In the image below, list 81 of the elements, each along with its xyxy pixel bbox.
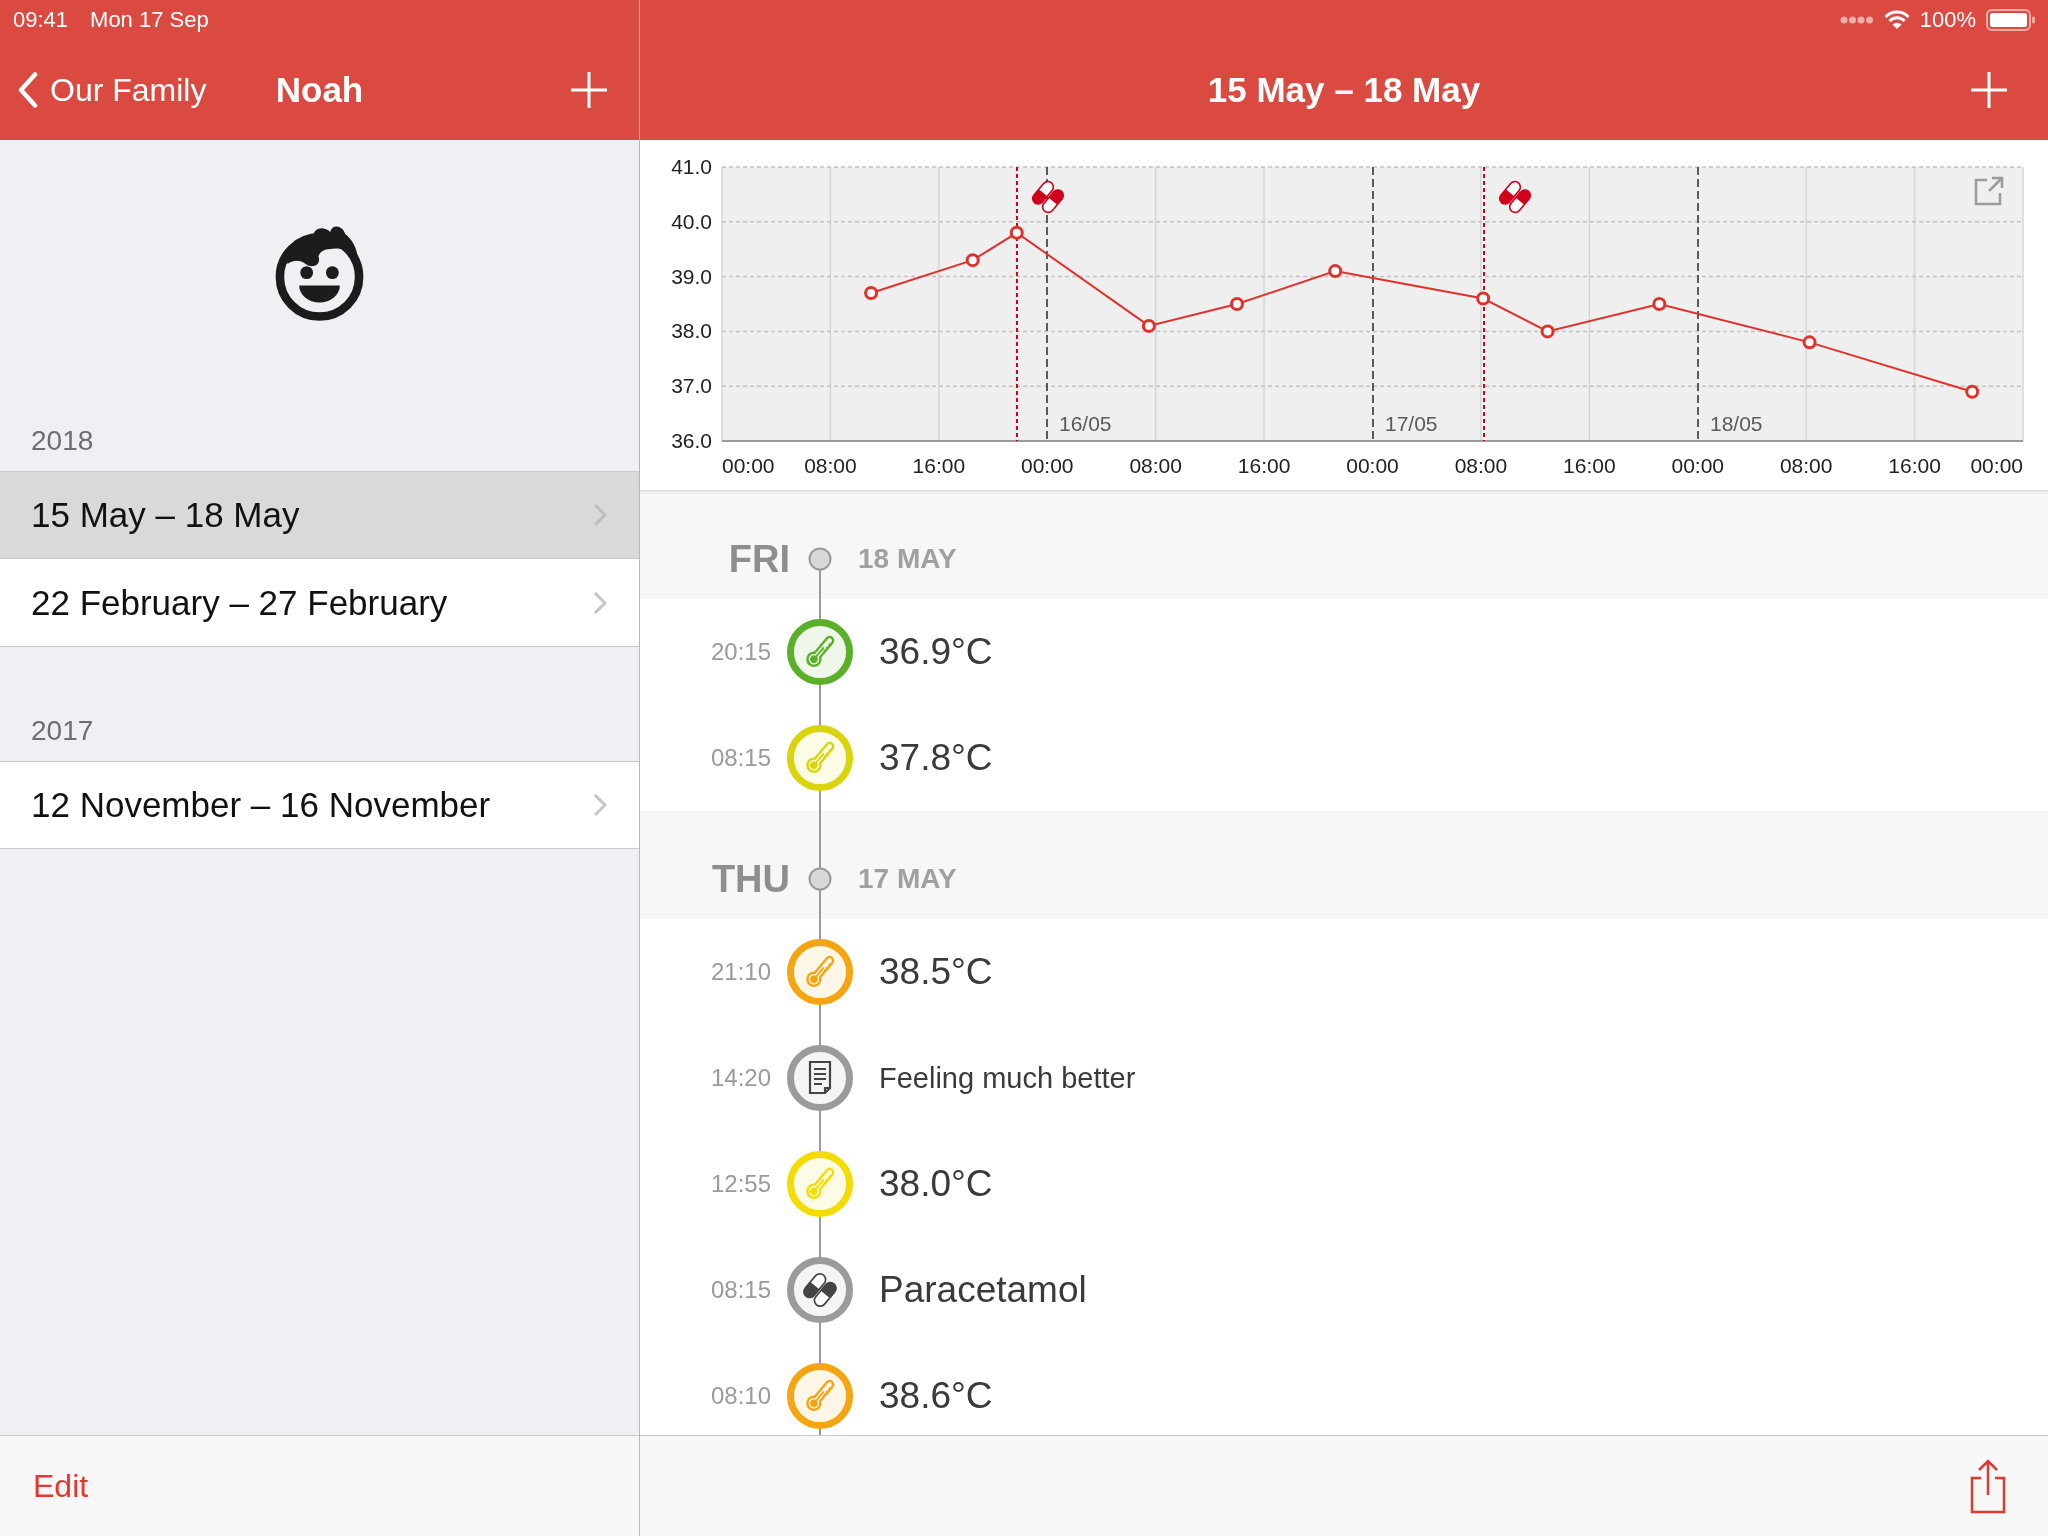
back-button[interactable]: Our Family [0,71,207,109]
note-text: Feeling much better [879,1061,1136,1095]
wifi-icon [1883,10,1910,30]
y-axis-label: 39.0 [671,264,712,288]
data-point [864,286,879,301]
timeline-dot-icon [808,547,832,571]
edit-button[interactable]: Edit [0,1467,89,1505]
weekday-label: THU [710,857,790,901]
x-axis-label: 00:00 [1346,454,1399,477]
section-header: 2018 [31,425,94,456]
y-axis-label: 37.0 [671,374,712,398]
battery-percentage: 100% [1919,7,1976,33]
medication-name: Paracetamol [879,1269,1087,1311]
temperature-value: 38.6°C [879,1375,993,1417]
chevron-left-icon [18,72,38,108]
data-point [1802,335,1817,350]
add-icon[interactable] [570,71,608,109]
share-icon[interactable] [1968,1458,2008,1514]
nav-title: 15 May – 18 May [1207,70,1481,110]
temperature-value: 36.9°C [879,631,993,673]
list-item[interactable]: 15 May – 18 May [0,471,639,559]
date-label: 16/05 [1059,412,1112,435]
date-label: 17 MAY [858,863,957,895]
status-time: 09:41 [13,7,69,33]
list-item[interactable]: 12 November – 16 November [0,761,639,849]
data-point [1476,291,1491,306]
data-point [1328,264,1343,279]
x-axis-label: 08:00 [1779,454,1833,477]
date-label: 18/05 [1710,412,1763,435]
temperature-value: 38.5°C [879,951,993,993]
data-point [1009,225,1024,240]
entry-time: 12:55 [709,1170,771,1198]
nav-title: Noah [275,70,364,110]
entry-time: 08:15 [709,1276,771,1304]
x-axis-label: 00:00 [1020,454,1074,477]
item-label: 15 May – 18 May [31,495,300,535]
y-axis-label: 38.0 [671,319,712,343]
picture-pill-icon [1496,178,1534,216]
y-axis-label: 36.0 [671,429,712,452]
x-axis-label: 16:00 [1888,454,1941,477]
x-axis-label: 16:00 [912,454,966,477]
chevron-right-icon [593,793,607,817]
x-axis-label: 16:00 [1237,454,1291,477]
entry-time: 21:10 [709,958,771,986]
data-point [965,253,980,268]
list-item[interactable]: 22 February – 27 February [0,559,639,647]
battery-icon [1986,9,2036,31]
x-axis-label: 08:00 [1454,454,1508,477]
expand-icon[interactable] [1974,176,2004,206]
timeline-dot-icon [808,867,832,891]
date-label: 18 MAY [858,543,957,575]
data-point [1965,384,1980,399]
item-label: 12 November – 16 November [31,785,491,825]
entry-time: 08:15 [709,744,771,772]
data-point [1540,324,1555,339]
y-axis-label: 41.0 [671,155,712,178]
data-point [1141,318,1156,333]
temperature-value: 38.0°C [879,1163,993,1205]
data-point [1230,297,1244,311]
signal-icon [1839,16,1874,24]
entry-time: 20:15 [709,638,771,666]
x-axis-label: 08:00 [804,454,857,477]
entry-time: 14:20 [709,1064,771,1092]
weekday-label: FRI [727,537,790,581]
x-axis-label: 00:00 [1970,454,2023,477]
chevron-right-icon [593,503,607,527]
chevron-right-icon [593,590,607,615]
x-axis-label: 08:00 [1129,454,1182,477]
x-axis-label: 00:00 [1671,454,1725,477]
y-axis-label: 40.0 [671,209,712,233]
x-axis-label: 16:00 [1563,454,1616,477]
item-label: 22 February – 27 February [31,582,448,623]
picture-pill-icon [1029,178,1067,216]
temperature-value: 37.8°C [879,737,993,779]
section-header: 2017 [31,715,94,746]
date-label: 17/05 [1385,412,1438,435]
add-icon[interactable] [1970,71,2008,109]
status-date: Mon 17 Sep [90,7,209,33]
entry-time: 08:10 [709,1382,771,1410]
x-axis-label: 00:00 [722,454,775,477]
data-point [1652,297,1667,311]
